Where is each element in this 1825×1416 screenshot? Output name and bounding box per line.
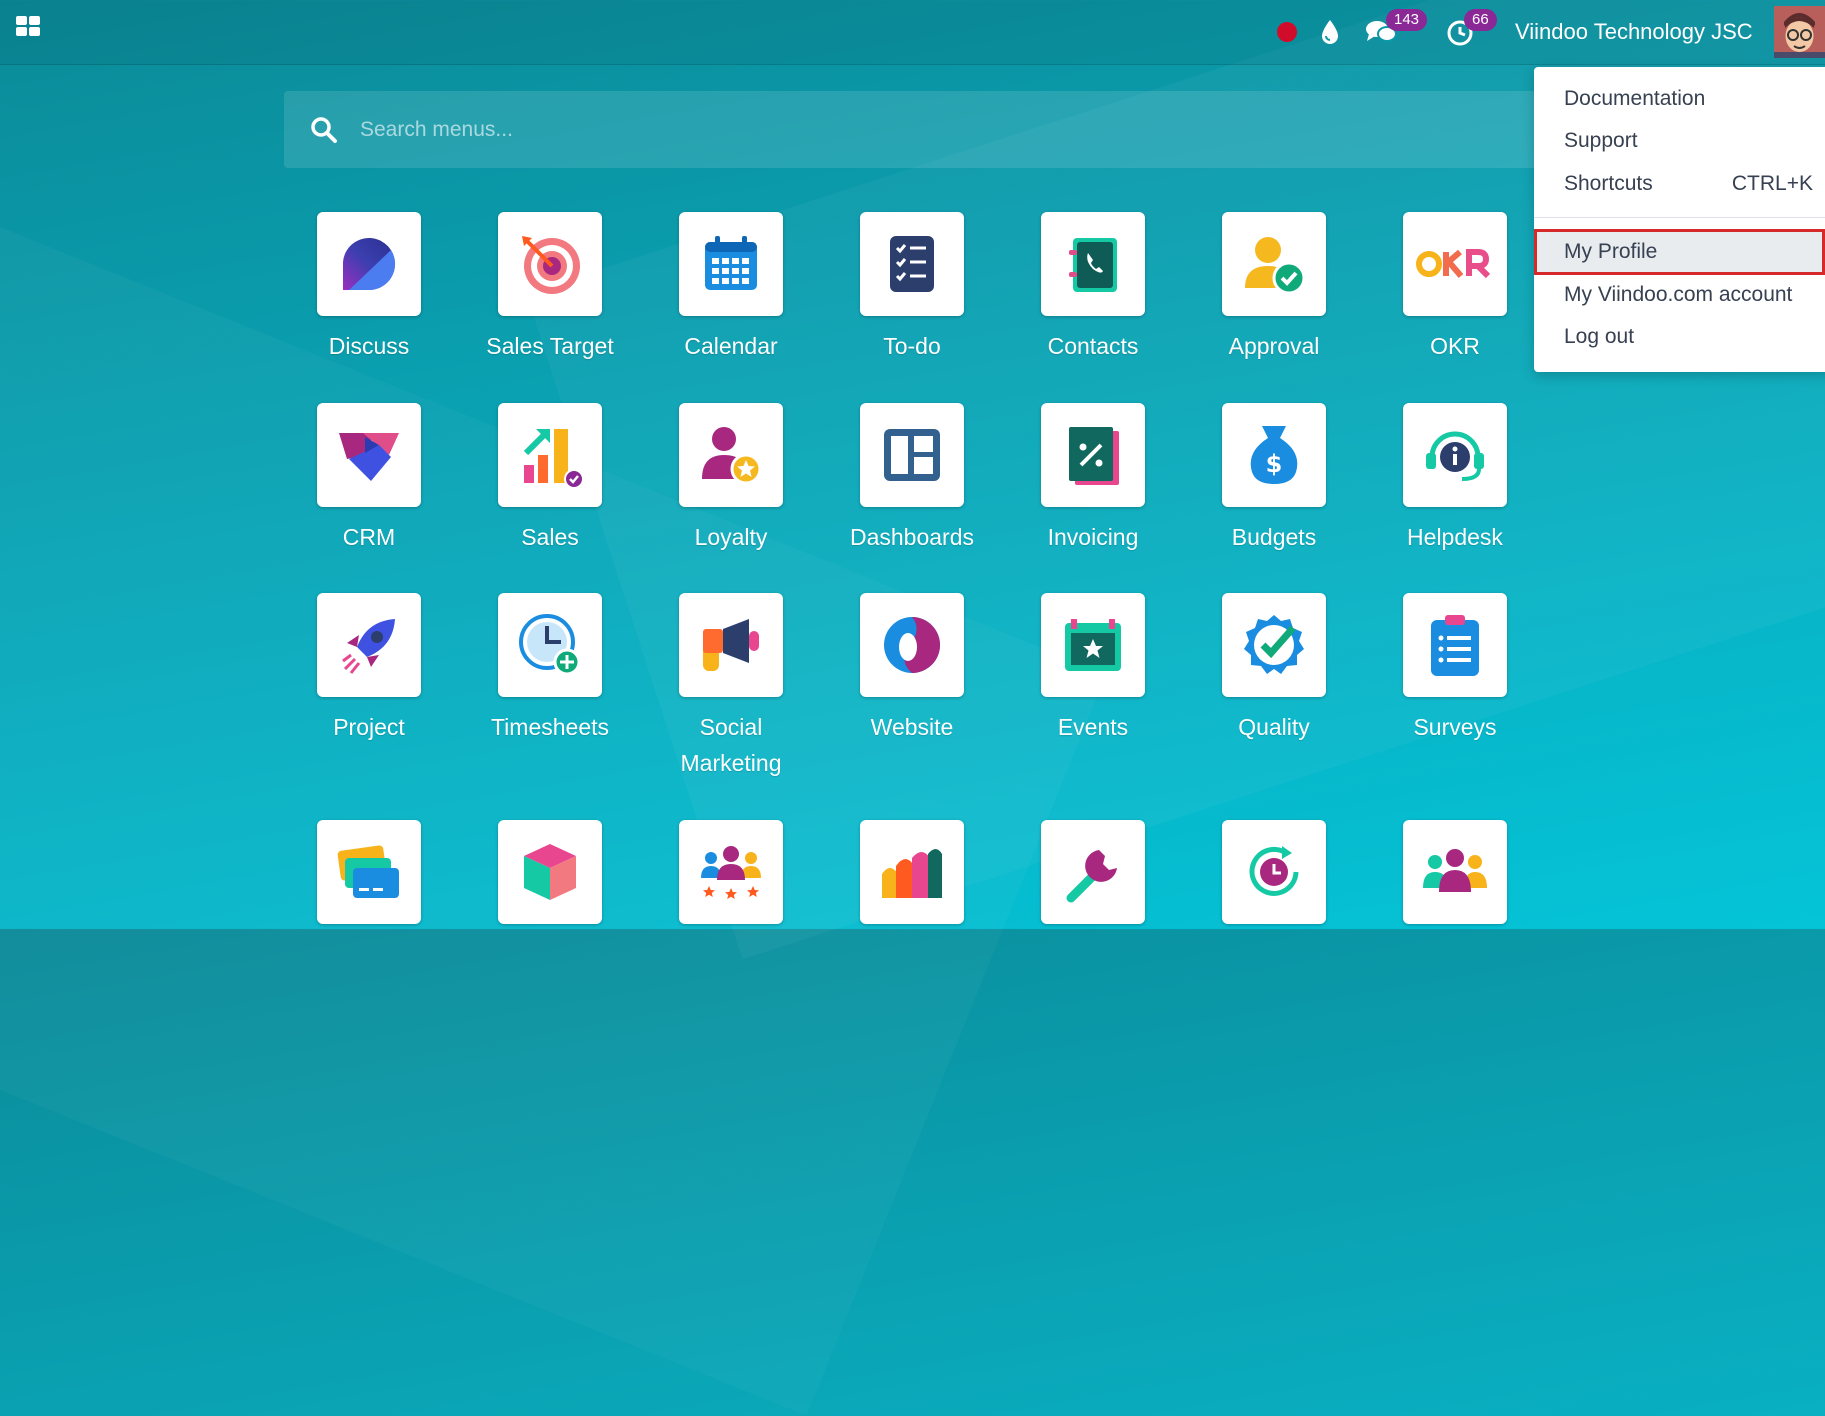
app-payments[interactable] bbox=[289, 820, 449, 936]
menu-item-viindoo-account[interactable]: My Viindoo.com account bbox=[1534, 274, 1825, 316]
shortcut-hint: CTRL+K bbox=[1731, 172, 1813, 195]
app-label: Timesheets bbox=[490, 714, 610, 740]
app-contacts[interactable]: Contacts bbox=[1013, 212, 1173, 364]
app-label: Approval bbox=[1228, 333, 1320, 359]
app-label: Discuss bbox=[328, 333, 410, 359]
app-label: Helpdesk bbox=[1407, 524, 1503, 550]
budgets-icon: $ bbox=[1222, 403, 1326, 507]
app-label: Dashboards bbox=[849, 524, 975, 550]
rocket-icon bbox=[317, 593, 421, 697]
user-avatar[interactable] bbox=[1774, 6, 1825, 58]
app-label: Contacts bbox=[1047, 333, 1139, 359]
app-label: Surveys bbox=[1413, 714, 1497, 740]
approval-icon bbox=[1222, 212, 1326, 316]
app-crm[interactable]: CRM bbox=[289, 403, 449, 555]
todo-icon bbox=[860, 212, 964, 316]
svg-text:$: $ bbox=[1266, 450, 1283, 478]
theme-drop-icon[interactable] bbox=[1320, 0, 1342, 64]
app-label: Invoicing bbox=[1047, 524, 1139, 550]
helpdesk-icon bbox=[1403, 403, 1507, 507]
dashboards-icon bbox=[860, 403, 964, 507]
target-icon bbox=[498, 212, 602, 316]
app-inventory[interactable] bbox=[470, 820, 630, 936]
app-label: Sales bbox=[521, 524, 579, 550]
app-employees[interactable] bbox=[1375, 820, 1535, 936]
app-label: Budgets bbox=[1231, 524, 1317, 550]
app-quality[interactable]: Quality bbox=[1194, 593, 1354, 745]
search-input[interactable] bbox=[358, 116, 1262, 143]
cube-icon bbox=[498, 820, 602, 924]
megaphone-icon bbox=[679, 593, 783, 697]
app-label: Project bbox=[333, 714, 405, 740]
app-timesheets[interactable]: Timesheets bbox=[470, 593, 630, 745]
website-icon bbox=[860, 593, 964, 697]
app-label: Social Marketing bbox=[680, 714, 782, 776]
discuss-icon bbox=[317, 212, 421, 316]
app-label: Calendar bbox=[684, 333, 778, 359]
app-menu-toggle[interactable] bbox=[16, 16, 44, 44]
app-social-marketing[interactable]: Social Marketing bbox=[651, 593, 811, 781]
loyalty-icon bbox=[679, 403, 783, 507]
app-label: To-do bbox=[883, 333, 941, 359]
app-calendar[interactable]: Calendar bbox=[651, 212, 811, 364]
wrench-icon bbox=[1041, 820, 1145, 924]
app-events[interactable]: Events bbox=[1013, 593, 1173, 745]
app-surveys[interactable]: Surveys bbox=[1375, 593, 1535, 745]
clock-cycle-icon bbox=[1222, 820, 1326, 924]
app-label: Website bbox=[870, 714, 954, 740]
app-label: Quality bbox=[1238, 714, 1310, 740]
timesheets-icon bbox=[498, 593, 602, 697]
bar-chart-icon bbox=[860, 820, 964, 924]
app-label: OKR bbox=[1430, 333, 1480, 359]
top-navbar: 143 66 Viindoo Technology JSC bbox=[0, 0, 1825, 65]
app-sales[interactable]: Sales bbox=[470, 403, 630, 555]
menu-item-documentation[interactable]: Documentation bbox=[1534, 78, 1825, 120]
team-rating-icon bbox=[679, 820, 783, 924]
app-label: CRM bbox=[342, 524, 396, 550]
contacts-icon bbox=[1041, 212, 1145, 316]
okr-icon bbox=[1403, 212, 1507, 316]
app-project[interactable]: Project bbox=[289, 593, 449, 745]
menu-item-shortcuts[interactable]: Shortcuts CTRL+K bbox=[1534, 163, 1825, 205]
menu-search-bar bbox=[284, 91, 1544, 168]
app-helpdesk[interactable]: Helpdesk bbox=[1375, 403, 1535, 555]
app-discuss[interactable]: Discuss bbox=[289, 212, 449, 364]
employees-icon bbox=[1403, 820, 1507, 924]
search-icon bbox=[311, 116, 337, 143]
crm-icon bbox=[317, 403, 421, 507]
app-dashboards[interactable]: Dashboards bbox=[832, 403, 992, 555]
user-menu-dropdown: Documentation Support Shortcuts CTRL+K M… bbox=[1534, 67, 1825, 372]
payment-cards-icon bbox=[317, 820, 421, 924]
menu-item-my-profile[interactable]: My Profile bbox=[1534, 229, 1825, 275]
app-attendances[interactable] bbox=[1194, 820, 1354, 936]
app-appraisal[interactable] bbox=[651, 820, 811, 936]
invoicing-icon bbox=[1041, 403, 1145, 507]
menu-divider bbox=[1534, 217, 1825, 218]
app-budgets[interactable]: $ Budgets bbox=[1194, 403, 1354, 555]
menu-item-support[interactable]: Support bbox=[1534, 120, 1825, 162]
app-label: Events bbox=[1057, 714, 1129, 740]
calendar-icon bbox=[679, 212, 783, 316]
app-todo[interactable]: To-do bbox=[832, 212, 992, 364]
events-icon bbox=[1041, 593, 1145, 697]
menu-item-log-out[interactable]: Log out bbox=[1534, 316, 1825, 358]
app-label: Sales Target bbox=[486, 333, 614, 359]
app-loyalty[interactable]: Loyalty bbox=[651, 403, 811, 555]
company-switcher[interactable]: Viindoo Technology JSC bbox=[1515, 0, 1753, 64]
app-approval[interactable]: Approval bbox=[1194, 212, 1354, 364]
surveys-icon bbox=[1403, 593, 1507, 697]
sales-icon bbox=[498, 403, 602, 507]
app-label: Loyalty bbox=[694, 524, 768, 550]
app-website[interactable]: Website bbox=[832, 593, 992, 745]
app-reporting[interactable] bbox=[832, 820, 992, 936]
app-invoicing[interactable]: Invoicing bbox=[1013, 403, 1173, 555]
quality-icon bbox=[1222, 593, 1326, 697]
messages-badge: 143 bbox=[1386, 9, 1428, 31]
app-maintenance[interactable] bbox=[1013, 820, 1173, 936]
app-okr[interactable]: OKR bbox=[1375, 212, 1535, 364]
activities-badge: 66 bbox=[1464, 9, 1497, 31]
app-sales-target[interactable]: Sales Target bbox=[470, 212, 630, 364]
record-indicator-icon[interactable] bbox=[1277, 0, 1299, 64]
